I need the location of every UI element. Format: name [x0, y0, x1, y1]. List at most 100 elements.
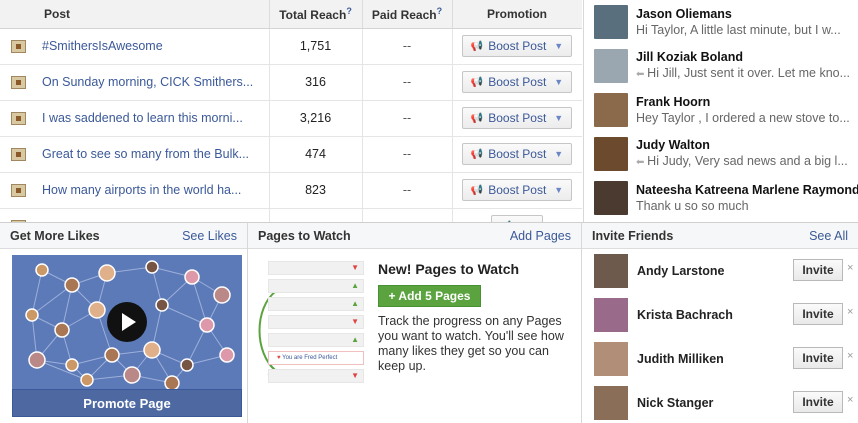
promote-page-button[interactable]: Promote Page	[12, 389, 242, 417]
boost-post-button[interactable]: 📢 Boost Post ▼	[461, 107, 573, 129]
header-total-reach[interactable]: Total Reach?	[269, 0, 363, 29]
post-title-link[interactable]: I was saddened to learn this morni...	[36, 100, 270, 137]
post-row[interactable]: #SmithersIsAwesome 1,751 -- 📢 Boost Post ▼	[0, 28, 582, 65]
post-type-cell	[0, 100, 36, 137]
promotion-cell: 📢 Boost Post ▼	[452, 28, 582, 65]
reply-arrow-icon: ⬅	[636, 68, 648, 80]
close-icon[interactable]: ×	[847, 306, 853, 318]
network-node	[123, 366, 141, 384]
network-node	[28, 351, 46, 369]
message-sender-name: Jill Koziak Boland	[636, 49, 743, 64]
promotion-cell: 📢 Boost Post ▼	[452, 64, 582, 101]
invite-button[interactable]: Invite	[793, 303, 843, 325]
mock-row: ▲	[268, 297, 364, 311]
network-node	[213, 286, 231, 304]
mock-row: ▼	[268, 261, 364, 275]
network-node	[143, 341, 161, 359]
friend-item: Krista Bachrach Invite ×	[582, 293, 858, 337]
friend-name[interactable]: Krista Bachrach	[637, 308, 733, 322]
caret-down-icon[interactable]: ▼	[554, 77, 563, 87]
caret-down-icon[interactable]: ▼	[554, 41, 563, 51]
message-sender-name: Jason Oliemans	[636, 6, 732, 21]
pages-to-watch-description: Track the progress on any Pages you want…	[378, 314, 564, 373]
help-icon[interactable]: ?	[437, 6, 443, 16]
post-title-link[interactable]: How many airports in the world ha...	[36, 172, 270, 209]
paid-reach-value: --	[362, 172, 453, 209]
mock-row: ▼	[268, 315, 364, 329]
post-title-link[interactable]: Great to see so many from the Bulk...	[36, 136, 270, 173]
boost-post-button[interactable]: 📢 Boost Post ▼	[461, 71, 573, 93]
post-row[interactable]: I was saddened to learn this morni... 3,2…	[0, 100, 582, 137]
avatar	[594, 137, 628, 171]
see-likes-link[interactable]: See Likes	[182, 229, 237, 243]
boost-post-label: Boost Post	[488, 183, 547, 197]
reply-arrow-icon: ⬅	[636, 156, 648, 168]
total-reach-value: 316	[269, 64, 363, 101]
boost-post-label: Boost Post	[488, 147, 547, 161]
boost-post-button[interactable]: 📢 Boost Post ▼	[461, 179, 573, 201]
help-icon[interactable]: ?	[346, 6, 352, 16]
boost-post-button[interactable]: 📢▼	[490, 215, 544, 222]
post-title-link[interactable]	[36, 208, 270, 222]
pages-list-illustration: ▼ ▲ ▲ ▼ ▲ ♥ You are Fred Perfect ▼	[268, 261, 364, 401]
post-row[interactable]: How many airports in the world ha... 823-…	[0, 172, 582, 209]
caret-down-icon[interactable]: ▼	[554, 113, 563, 123]
invite-button[interactable]: Invite	[793, 259, 843, 281]
promotion-cell: 📢 Boost Post ▼	[452, 136, 582, 173]
see-all-link[interactable]: See All	[809, 229, 848, 243]
invite-button[interactable]: Invite	[793, 347, 843, 369]
network-node	[164, 375, 180, 389]
total-reach-value	[269, 208, 363, 222]
avatar	[594, 181, 628, 215]
play-icon[interactable]	[107, 302, 147, 342]
boost-post-label: Boost Post	[488, 75, 547, 89]
paid-reach-value: --	[362, 28, 453, 65]
friend-name[interactable]: Judith Milliken	[637, 352, 724, 366]
caret-down-icon[interactable]: ▼	[554, 185, 563, 195]
network-node	[35, 263, 49, 277]
message-item[interactable]: Jill Koziak Boland ⬅ Hi Jill, Just sent i…	[584, 44, 858, 88]
message-sender-name: Nateesha Katreena Marlene Raymond	[636, 182, 858, 197]
add-pages-button[interactable]: + Add 5 Pages	[378, 285, 481, 307]
avatar[interactable]	[594, 386, 628, 420]
message-item[interactable]: Jason Oliemans Hi Taylor, A little last m…	[584, 0, 858, 44]
post-type-cell	[0, 64, 36, 101]
add-pages-link[interactable]: Add Pages	[510, 229, 571, 243]
header-post[interactable]: Post	[36, 0, 270, 29]
avatar	[594, 5, 628, 39]
post-row[interactable]: Great to see so many from the Bulk... 474…	[0, 136, 582, 173]
message-item[interactable]: Judy Walton ⬅ Hi Judy, Very sad news and …	[584, 132, 858, 176]
close-icon[interactable]: ×	[847, 350, 853, 362]
photo-post-icon	[10, 184, 26, 198]
post-row[interactable]: On Sunday morning, CICK Smithers... 316 --…	[0, 64, 582, 101]
header-paid-reach[interactable]: Paid Reach?	[362, 0, 453, 29]
caret-down-icon[interactable]: ▼	[554, 149, 563, 159]
message-item[interactable]: Nateesha Katreena Marlene Raymond Thank u…	[584, 176, 858, 220]
avatar[interactable]	[594, 254, 628, 288]
avatar[interactable]	[594, 342, 628, 376]
message-item[interactable]: Frank Hoorn Hey Taylor , I ordered a new …	[584, 88, 858, 132]
friend-name[interactable]: Nick Stanger	[637, 396, 713, 410]
post-row[interactable]: 📢▼	[0, 208, 582, 222]
avatar[interactable]	[594, 298, 628, 332]
friend-item: Judith Milliken Invite ×	[582, 337, 858, 381]
boost-post-label: Boost Post	[488, 111, 547, 125]
boost-post-button[interactable]: 📢 Boost Post ▼	[461, 35, 573, 57]
avatar	[594, 49, 628, 83]
promo-video[interactable]	[12, 255, 242, 389]
close-icon[interactable]: ×	[847, 262, 853, 274]
invite-button[interactable]: Invite	[793, 391, 843, 413]
posts-header-row: Post Total Reach? Paid Reach? Promotion	[0, 0, 582, 29]
total-reach-value: 474	[269, 136, 363, 173]
posts-table-panel: Post Total Reach? Paid Reach? Promotion …	[0, 0, 582, 222]
watch-title: Pages to Watch	[258, 228, 351, 243]
friend-name[interactable]: Andy Larstone	[637, 264, 725, 278]
message-preview: Thank u so so much	[636, 198, 749, 213]
boost-post-button[interactable]: 📢 Boost Post ▼	[461, 143, 573, 165]
network-node	[184, 269, 200, 285]
post-title-link[interactable]: On Sunday morning, CICK Smithers...	[36, 64, 270, 101]
close-icon[interactable]: ×	[847, 394, 853, 406]
network-node	[64, 277, 80, 293]
post-title-link[interactable]: #SmithersIsAwesome	[36, 28, 270, 65]
network-node	[145, 260, 159, 274]
